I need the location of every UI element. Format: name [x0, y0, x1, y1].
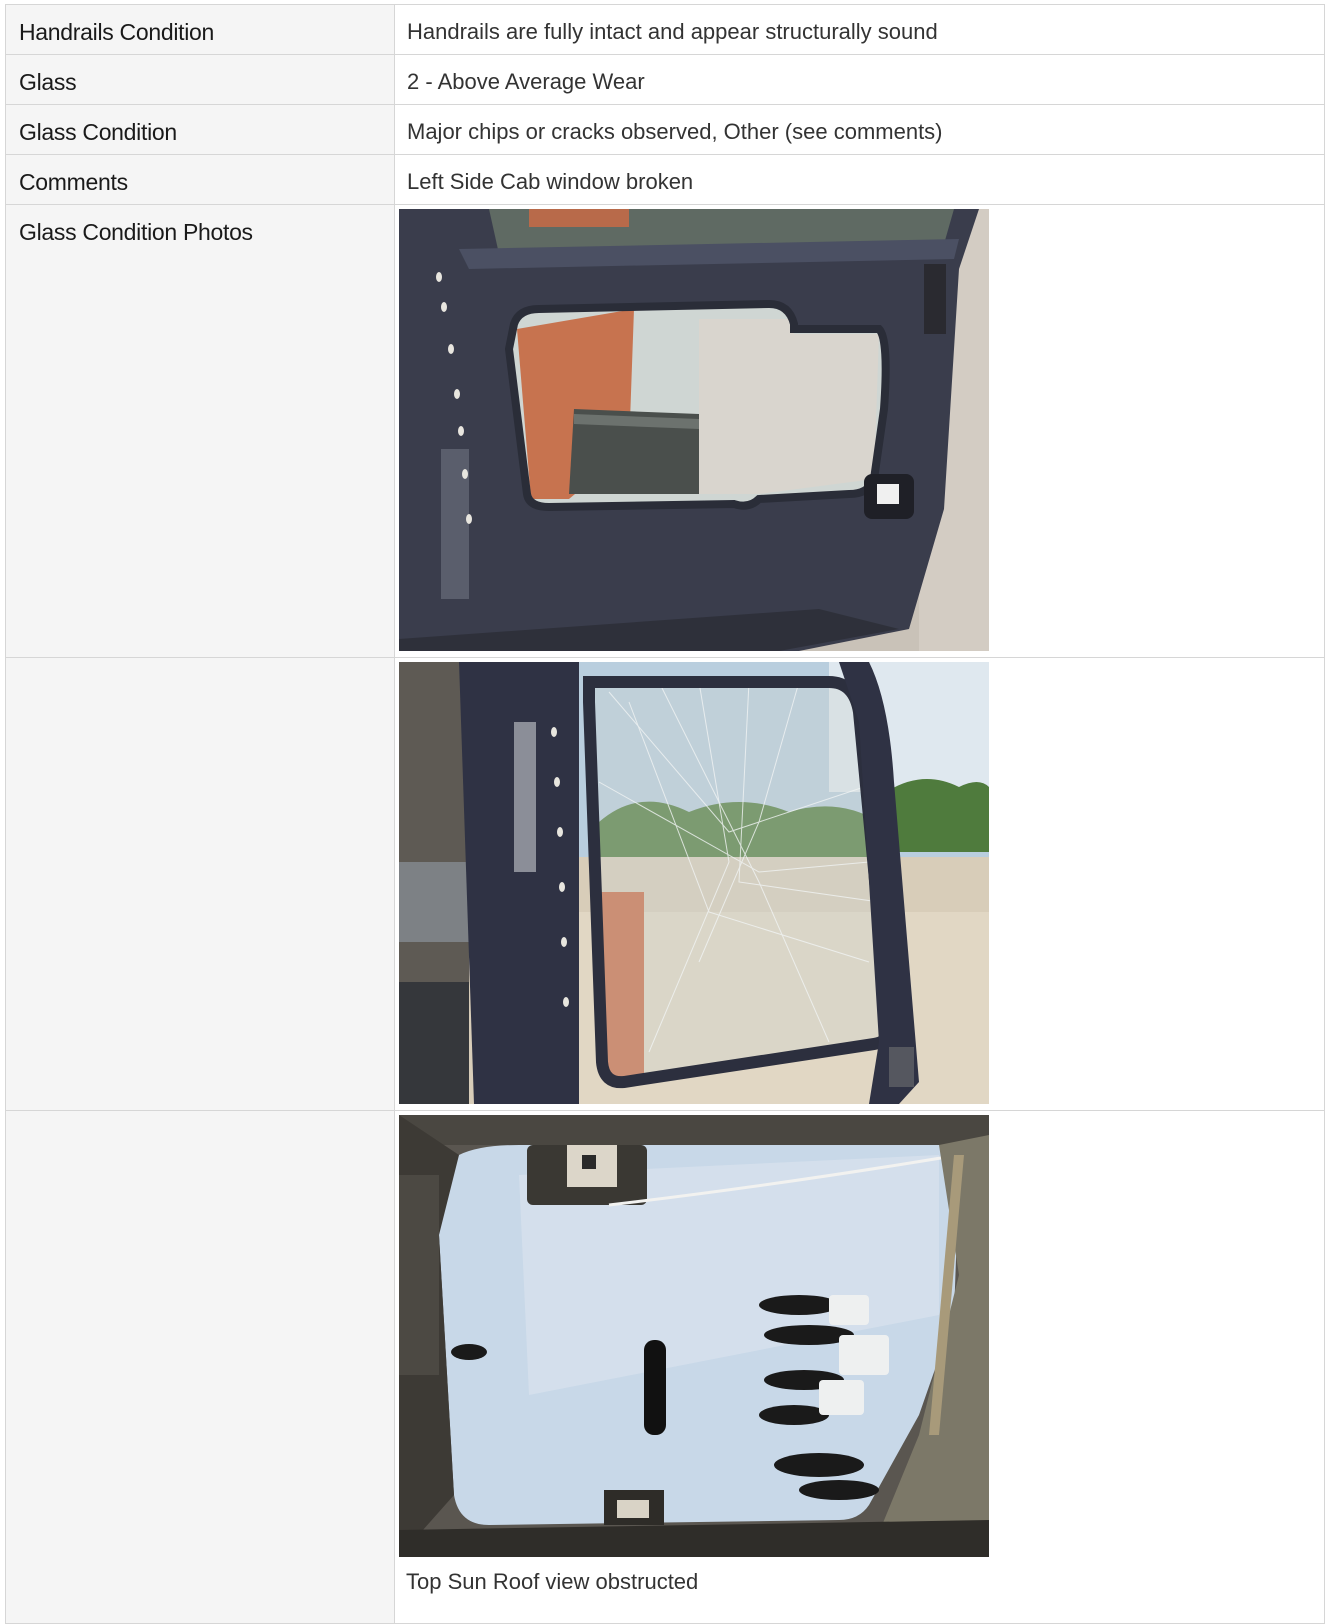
report-row-glass-condition: Glass Condition Major chips or cracks ob…	[5, 104, 1325, 155]
row-value: Major chips or cracks observed, Other (s…	[394, 104, 1325, 155]
row-value: Left Side Cab window broken	[394, 154, 1325, 205]
row-label-empty	[5, 1110, 395, 1624]
row-label-empty	[5, 657, 395, 1111]
report-row-glass: Glass 2 - Above Average Wear	[5, 54, 1325, 105]
report-row-glass-condition-photos: Glass Condition Photos	[5, 204, 1325, 658]
row-label: Handrails Condition	[5, 4, 395, 55]
row-label: Glass Condition Photos	[5, 204, 395, 658]
glass-condition-photo-2[interactable]	[399, 662, 989, 1104]
glass-condition-photo-1[interactable]	[399, 209, 989, 651]
report-row-comments: Comments Left Side Cab window broken	[5, 154, 1325, 205]
row-label: Glass Condition	[5, 104, 395, 155]
photo-cell: Top Sun Roof view obstructed	[394, 1110, 1325, 1624]
row-label: Comments	[5, 154, 395, 205]
photo-caption: Top Sun Roof view obstructed	[406, 1569, 699, 1594]
photo-cell	[394, 657, 1325, 1111]
inspection-report-table: Handrails Condition Handrails are fully …	[5, 4, 1325, 1624]
photo-cell	[394, 204, 1325, 658]
row-label: Glass	[5, 54, 395, 105]
report-row-handrails-condition: Handrails Condition Handrails are fully …	[5, 4, 1325, 55]
row-value: Handrails are fully intact and appear st…	[394, 4, 1325, 55]
row-value: 2 - Above Average Wear	[394, 54, 1325, 105]
report-row-photo-3: Top Sun Roof view obstructed	[5, 1110, 1325, 1624]
glass-condition-photo-3[interactable]	[399, 1115, 989, 1557]
report-row-photo-2	[5, 657, 1325, 1111]
